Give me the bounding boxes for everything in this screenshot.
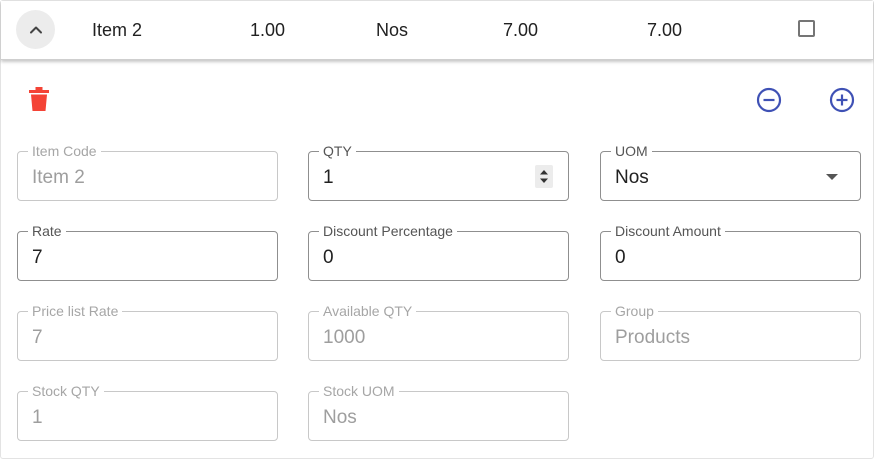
- discount-amount-label: Discount Amount: [611, 223, 725, 239]
- chevron-up-icon: [29, 26, 42, 33]
- collapse-button[interactable]: [16, 10, 55, 49]
- item-row-panel: Item 2 1.00 Nos 7.00 7.00 Item Code Item…: [0, 0, 874, 459]
- row-rate: 7.00: [503, 20, 539, 40]
- discount-amount-value[interactable]: 0: [615, 247, 626, 269]
- item-row-header[interactable]: Item 2 1.00 Nos 7.00 7.00: [1, 1, 873, 60]
- available-qty-field: Available QTY 1000: [308, 303, 569, 361]
- stock-uom-value: Nos: [323, 407, 357, 428]
- available-qty-value: 1000: [323, 327, 366, 348]
- row-qty: 1.00: [250, 20, 286, 40]
- stock-uom-label: Stock UOM: [319, 383, 399, 399]
- stepper-arrows-icon: [540, 170, 548, 183]
- price-list-rate-label: Price list Rate: [28, 303, 123, 319]
- price-list-rate-field: Price list Rate 7: [17, 303, 278, 361]
- stock-qty-field: Stock QTY 1: [17, 383, 278, 441]
- minus-circle-icon: [756, 87, 781, 112]
- stock-qty-value: 1: [32, 407, 43, 428]
- rate-field[interactable]: Rate 7: [17, 223, 278, 281]
- uom-label: UOM: [611, 143, 652, 159]
- group-value: Products: [615, 327, 690, 348]
- available-qty-label: Available QTY: [319, 303, 417, 319]
- rate-value[interactable]: 7: [32, 247, 43, 269]
- discount-amount-field[interactable]: Discount Amount 0: [600, 223, 861, 281]
- item-code-value: Item 2: [32, 167, 85, 188]
- price-list-rate-value: 7: [32, 327, 43, 348]
- trash-icon: [29, 87, 49, 111]
- row-item-name: Item 2: [92, 20, 143, 40]
- item-detail-panel: Item Code Item 2 QTY 1 UOM Nos Rate 7 Di…: [1, 60, 873, 458]
- discount-percentage-value[interactable]: 0: [323, 247, 334, 269]
- uom-value[interactable]: Nos: [615, 167, 649, 189]
- item-code-field: Item Code Item 2: [17, 143, 278, 201]
- stock-uom-field: Stock UOM Nos: [308, 383, 569, 441]
- uom-select[interactable]: UOM Nos: [600, 143, 861, 201]
- rate-label: Rate: [28, 223, 66, 239]
- group-field: Group Products: [600, 303, 861, 361]
- row-select-checkbox[interactable]: [798, 20, 815, 37]
- row-uom: Nos: [376, 20, 409, 40]
- qty-stepper[interactable]: [535, 165, 553, 188]
- qty-value[interactable]: 1: [323, 167, 334, 189]
- stock-qty-label: Stock QTY: [28, 383, 104, 399]
- decrease-qty-button[interactable]: [755, 86, 782, 113]
- group-label: Group: [611, 303, 658, 319]
- discount-percentage-field[interactable]: Discount Percentage 0: [308, 223, 569, 281]
- increase-qty-button[interactable]: [828, 86, 855, 113]
- item-code-label: Item Code: [28, 143, 101, 159]
- discount-percentage-label: Discount Percentage: [319, 223, 457, 239]
- qty-field[interactable]: QTY 1: [308, 143, 569, 201]
- delete-item-button[interactable]: [27, 86, 51, 112]
- plus-circle-icon: [829, 87, 854, 112]
- row-amount: 7.00: [647, 20, 683, 40]
- dropdown-arrow-icon[interactable]: [826, 174, 838, 180]
- qty-label: QTY: [319, 143, 356, 159]
